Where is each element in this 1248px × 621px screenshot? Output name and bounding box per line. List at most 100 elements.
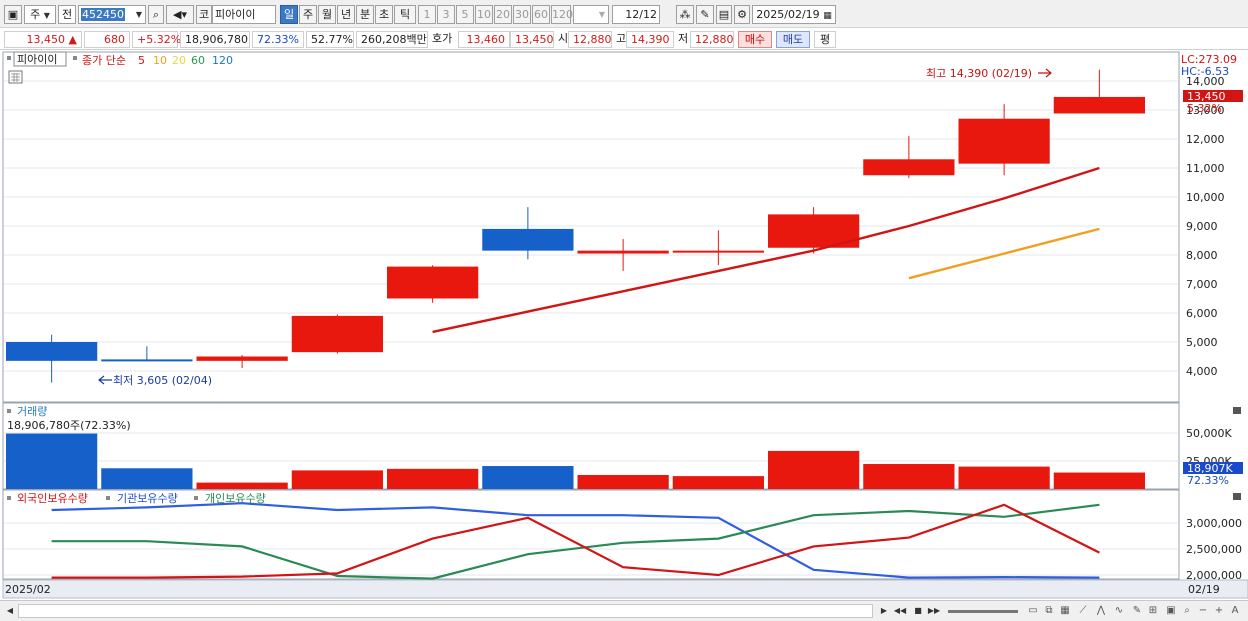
volume-bar bbox=[768, 450, 860, 489]
candle-body bbox=[482, 228, 574, 251]
panel-square-icon bbox=[7, 496, 11, 500]
tool-trend-icon[interactable]: ⋀ bbox=[1094, 604, 1108, 618]
chart-area[interactable]: 14,000 13,000 12,000 11,000 10,000 9,000 8,000… bbox=[0, 50, 1248, 600]
save-icon[interactable]: ▤ bbox=[716, 5, 732, 24]
interval-20[interactable]: 20 bbox=[494, 5, 512, 24]
tool-draw-icon[interactable]: ✎ bbox=[1130, 604, 1144, 618]
price-tick-label: 9,000 bbox=[1186, 220, 1218, 233]
open-label: 시 bbox=[558, 32, 569, 45]
font-size-icon[interactable]: A bbox=[1228, 604, 1242, 618]
chevron-down-icon: ▼ bbox=[598, 10, 605, 19]
candle-body bbox=[958, 118, 1050, 164]
sell-button[interactable]: 매도 bbox=[776, 31, 810, 48]
price-tick-label: 5,000 bbox=[1186, 336, 1218, 349]
chevron-down-icon: ▼ bbox=[43, 11, 50, 20]
interval-120[interactable]: 120 bbox=[551, 5, 573, 24]
volume-bar bbox=[958, 466, 1050, 489]
tool-rect-icon[interactable]: ▭ bbox=[1026, 604, 1040, 618]
tool-icon[interactable]: ✎ bbox=[696, 5, 714, 24]
candle-body bbox=[6, 342, 98, 361]
volume-bar bbox=[577, 475, 669, 489]
volume-tag-percent: 72.33% bbox=[1187, 474, 1229, 487]
quote-bar: 13,450 ▲ 680 +5.32% 18,906,780 72.33% 52… bbox=[0, 28, 1248, 50]
tool-copy-icon[interactable]: ⧉ bbox=[1042, 604, 1056, 618]
date-axis-bar bbox=[2, 579, 1248, 599]
high-annotation: 최고 14,390 (02/19) bbox=[926, 67, 1032, 80]
holdings-panel-frame bbox=[2, 489, 1180, 580]
chart-svg[interactable]: 14,00013,00012,00011,00010,0009,0008,000… bbox=[0, 50, 1248, 600]
buy-button[interactable]: 매수 bbox=[738, 31, 772, 48]
panel-square-icon bbox=[7, 56, 11, 60]
gear-icon[interactable]: ⚙ bbox=[734, 5, 750, 24]
fast-forward-icon[interactable]: ▶▶ bbox=[927, 604, 941, 618]
type-button[interactable]: 전 bbox=[58, 5, 76, 24]
tab-period-day[interactable]: 일 bbox=[280, 5, 298, 24]
interval-60[interactable]: 60 bbox=[532, 5, 550, 24]
speaker-icon[interactable]: ◀▾ bbox=[166, 5, 194, 24]
panel-close-icon[interactable] bbox=[1233, 493, 1241, 500]
zoom-in-icon[interactable]: + bbox=[1212, 604, 1226, 618]
ma-label-10: 10 bbox=[153, 54, 167, 67]
interval-10[interactable]: 10 bbox=[475, 5, 493, 24]
tab-period-week[interactable]: 주 bbox=[299, 5, 317, 24]
tab-period-year[interactable]: 년 bbox=[337, 5, 355, 24]
link-icon[interactable]: ⁂ bbox=[676, 5, 694, 24]
trade-amount: 260,208백만 bbox=[356, 31, 428, 48]
volume-bar bbox=[1053, 472, 1145, 489]
interval-select[interactable]: ▼ bbox=[573, 5, 609, 24]
search-icon[interactable]: ⌕ bbox=[148, 5, 164, 24]
avg-button[interactable]: 평 bbox=[814, 31, 836, 48]
hoga-label: 호가 bbox=[432, 32, 453, 45]
hoga-ask: 13,460 bbox=[458, 31, 510, 48]
volume-current: 18,906,780주(72.33%) bbox=[7, 419, 131, 432]
low-annotation: 최저 3,605 (02/04) bbox=[113, 374, 212, 387]
tab-period-minute[interactable]: 분 bbox=[356, 5, 374, 24]
scroll-right-icon[interactable]: ▶ bbox=[877, 604, 891, 618]
interval-1[interactable]: 1 bbox=[418, 5, 436, 24]
price-tick-label: 12,000 bbox=[1186, 133, 1225, 146]
panel-square-icon bbox=[7, 409, 11, 413]
legend-institution: 기관보유수량 bbox=[117, 492, 178, 505]
chart-stock-name: 피아이이 bbox=[17, 53, 57, 66]
market-select[interactable]: 주 ▼ bbox=[24, 5, 56, 24]
interval-3[interactable]: 3 bbox=[437, 5, 455, 24]
zoom-slider[interactable] bbox=[948, 610, 1018, 613]
price-tick-label: 6,000 bbox=[1186, 307, 1218, 320]
interval-30[interactable]: 30 bbox=[513, 5, 531, 24]
tab-period-tick[interactable]: 틱 bbox=[394, 5, 416, 24]
scroll-left-icon[interactable]: ◀ bbox=[3, 604, 17, 618]
zoom-out-icon[interactable]: − bbox=[1196, 604, 1210, 618]
layout-icon[interactable]: ▣ bbox=[4, 5, 22, 24]
range-input[interactable]: 12/12 bbox=[612, 5, 660, 24]
panel-close-icon[interactable] bbox=[1233, 407, 1241, 414]
code-input[interactable]: 452450 ▼ bbox=[78, 5, 146, 24]
date-input[interactable]: 2025/02/19 ▦ bbox=[752, 5, 836, 24]
candle-body bbox=[291, 315, 383, 353]
tool-line-icon[interactable]: ⟋ bbox=[1076, 604, 1090, 618]
interval-5[interactable]: 5 bbox=[456, 5, 474, 24]
hoga-bid: 13,450 bbox=[510, 31, 554, 48]
volume-bar bbox=[863, 464, 955, 489]
price-axis: 14,00013,00012,00011,00010,0009,0008,000… bbox=[1186, 75, 1242, 582]
date-value: 2025/02/19 bbox=[756, 8, 820, 21]
scroll-track[interactable] bbox=[18, 604, 873, 618]
price-tick-label: 8,000 bbox=[1186, 249, 1218, 262]
rewind-icon[interactable]: ◀◀ bbox=[893, 604, 907, 618]
tool-image-icon[interactable]: ▣ bbox=[1164, 604, 1178, 618]
volume-bar bbox=[101, 468, 193, 489]
tab-period-second[interactable]: 초 bbox=[375, 5, 393, 24]
open-value: 12,880 bbox=[568, 31, 612, 48]
zoom-search-icon[interactable]: ⌕ bbox=[1180, 604, 1194, 618]
volume-bar bbox=[387, 468, 479, 489]
candle-body bbox=[101, 359, 193, 362]
tool-text-icon[interactable]: ⊞ bbox=[1146, 604, 1160, 618]
tab-period-month[interactable]: 월 bbox=[318, 5, 336, 24]
stop-icon[interactable]: ■ bbox=[911, 604, 925, 618]
candle-body bbox=[863, 159, 955, 176]
toolbar: ▣ 주 ▼ 전 452450 ▼ ⌕ ◀▾ 코 피아이이 일 주 월 년 분 초… bbox=[0, 0, 1248, 28]
chevron-down-icon: ▼ bbox=[135, 10, 142, 19]
tool-wave-icon[interactable]: ∿ bbox=[1112, 604, 1126, 618]
price-panel-frame bbox=[2, 51, 1180, 403]
tool-grid-icon[interactable]: ▦ bbox=[1058, 604, 1072, 618]
volume-title: 거래량 bbox=[17, 405, 47, 418]
